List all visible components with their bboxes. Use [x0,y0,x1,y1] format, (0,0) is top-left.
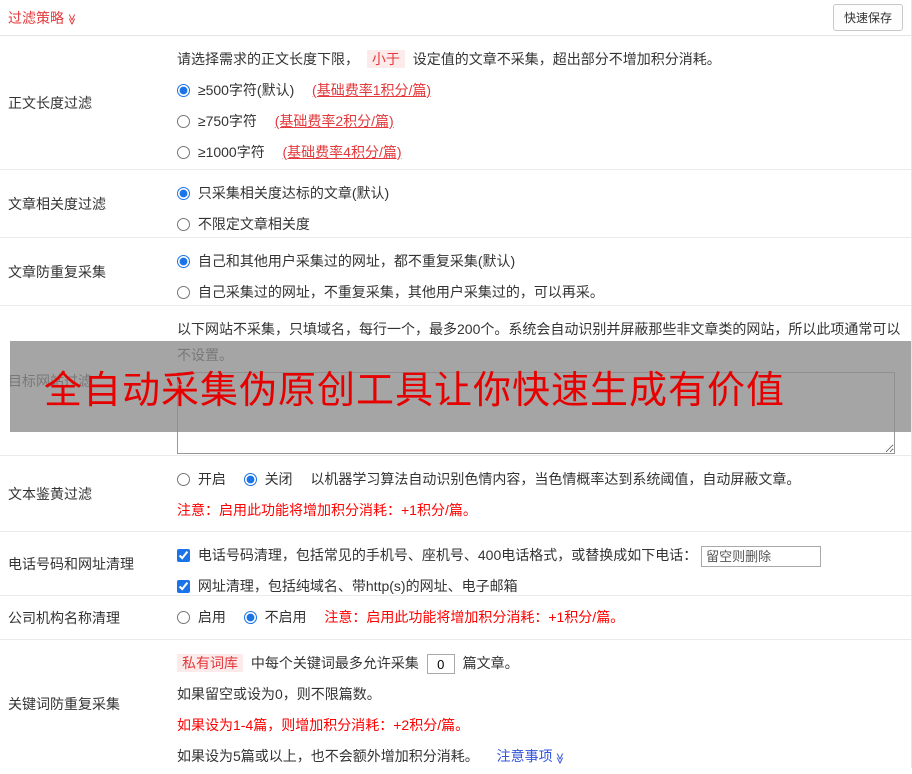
radio-label: 开启 [197,471,226,487]
length-750-rate-note: (基础费率2积分/篇) [274,113,394,129]
page-title-text: 过滤策略 [8,9,64,26]
row-dedup: 文章防重复采集 自己和其他用户采集过的网址，都不重复采集(默认) 自己采集过的网… [0,238,911,306]
intro-highlight: 小于 [366,50,405,68]
checkbox-label: 网址清理，包括纯域名、带http(s)的网址、电子邮箱 [197,578,518,594]
radio-label: 不限定文章相关度 [197,216,310,232]
radio-relevance-any[interactable]: 不限定文章相关度 [177,216,310,232]
target-sites-desc: 以下网站不采集，只填域名，每行一个，最多200个。系统会自动识别并屏蔽那些非文章… [177,321,901,363]
radio-label: ≥500字符(默认) [197,82,295,98]
radio-label: ≥750字符 [197,113,257,129]
radio-porn-off[interactable]: 关闭 [243,471,297,487]
radio-label: 不启用 [264,609,307,625]
row-label-keyword-dedup: 关键词防重复采集 [8,696,120,712]
row-label-porn-filter: 文本鉴黄过滤 [8,485,92,502]
radio-porn-off-input[interactable] [243,473,257,486]
notice-link[interactable]: 注意事项≫ [497,748,565,764]
keyword-limit-tail: 篇文章。 [462,655,519,671]
radio-length-500[interactable]: ≥500字符(默认) [177,82,298,98]
length-500-rate-note: (基础费率1积分/篇) [312,82,432,98]
radio-label: 自己和其他用户采集过的网址，都不重复采集(默认) [197,253,516,269]
row-label-content-length: 正文长度过滤 [8,94,92,111]
content-length-intro: 请选择需求的正文长度下限， 小于 设定值的文章不采集，超出部分不增加积分消耗。 [177,44,903,75]
checkbox-url-clean[interactable]: 网址清理，包括纯域名、带http(s)的网址、电子邮箱 [177,578,518,594]
radio-dedup-self-only-input[interactable] [177,286,190,299]
keyword-note-cost: 如果设为1-4篇，则增加积分消耗：+2积分/篇。 [177,717,470,733]
length-option-1000: ≥1000字符 (基础费率4积分/篇) [177,137,903,168]
radio-company-off-input[interactable] [243,611,257,624]
row-porn-filter-content: 开启 关闭 以机器学习算法自动识别色情内容，当色情概率达到系统阈值，自动屏蔽文章… [177,456,911,531]
length-option-500: ≥500字符(默认) (基础费率1积分/篇) [177,75,903,106]
checkbox-label: 电话号码清理，包括常见的手机号、座机号、400电话格式，或替换成如下电话： [197,547,698,563]
page-header: 过滤策略≫ 快速保存 [0,0,911,36]
private-lexicon-badge: 私有词库 [177,654,243,672]
radio-label: 自己采集过的网址，不重复采集，其他用户采集过的，可以再采。 [197,284,604,300]
radio-length-1000-input[interactable] [177,146,190,159]
row-target-sites: 目标网站过滤 以下网站不采集，只填域名，每行一个，最多200个。系统会自动识别并… [0,306,911,456]
intro-after: 设定值的文章不采集，超出部分不增加积分消耗。 [412,51,721,67]
row-phone-url-clean-content: 电话号码清理，包括常见的手机号、座机号、400电话格式，或替换成如下电话： 网址… [177,532,911,595]
keyword-limit-text: 中每个关键词最多允许采集 [250,655,419,671]
row-label-dedup: 文章防重复采集 [8,263,106,280]
row-relevance: 文章相关度过滤 只采集相关度达标的文章(默认) 不限定文章相关度 [0,170,911,238]
radio-dedup-self-only[interactable]: 自己采集过的网址，不重复采集，其他用户采集过的，可以再采。 [177,284,604,300]
chevron-down-icon: ≫ [65,13,78,25]
row-relevance-options: 只采集相关度达标的文章(默认) 不限定文章相关度 [177,170,911,237]
radio-label: 启用 [197,609,226,625]
row-content-length-options: 请选择需求的正文长度下限， 小于 设定值的文章不采集，超出部分不增加积分消耗。 … [177,36,911,169]
radio-relevance-strict-input[interactable] [177,187,190,200]
radio-label: 只采集相关度达标的文章(默认) [197,185,390,201]
radio-porn-on[interactable]: 开启 [177,471,230,487]
radio-porn-on-input[interactable] [177,473,190,486]
radio-length-750-input[interactable] [177,115,190,128]
keyword-limit-input[interactable] [426,654,455,675]
intro-before: 请选择需求的正文长度下限， [177,51,359,67]
checkbox-url-clean-input[interactable] [177,580,190,593]
row-target-sites-content: 以下网站不采集，只填域名，每行一个，最多200个。系统会自动识别并屏蔽那些非文章… [177,306,911,455]
company-clean-warning: 注意：启用此功能将增加积分消耗：+1积分/篇。 [324,609,625,625]
row-phone-url-clean: 电话号码和网址清理 电话号码清理，包括常见的手机号、座机号、400电话格式，或替… [0,532,911,596]
row-content-length: 正文长度过滤 请选择需求的正文长度下限， 小于 设定值的文章不采集，超出部分不增… [0,36,911,170]
radio-length-750[interactable]: ≥750字符 [177,113,261,129]
porn-filter-warning: 注意：启用此功能将增加积分消耗：+1积分/篇。 [177,502,477,518]
radio-relevance-any-input[interactable] [177,218,190,231]
radio-company-off[interactable]: 不启用 [243,609,311,625]
keyword-note-five: 如果设为5篇或以上，也不会额外增加积分消耗。 [177,748,479,764]
row-label-phone-url-clean: 电话号码和网址清理 [8,555,134,572]
radio-company-on-input[interactable] [177,611,190,624]
chevron-down-icon: ≫ [552,752,565,765]
row-label-target-sites: 目标网站过滤 [8,372,92,389]
row-porn-filter: 文本鉴黄过滤 开启 关闭 以机器学习算法自动识别色情内容，当色情概率达到系统阈值… [0,456,911,532]
checkbox-phone-clean-input[interactable] [177,549,190,562]
row-company-clean-content: 启用 不启用 注意：启用此功能将增加积分消耗：+1积分/篇。 [177,596,911,639]
filter-strategy-page: 过滤策略≫ 快速保存 正文长度过滤 请选择需求的正文长度下限， 小于 设定值的文… [0,0,912,768]
blocked-sites-textarea[interactable] [177,372,895,454]
row-company-clean: 公司机构名称清理 启用 不启用 注意：启用此功能将增加积分消耗：+1积分/篇。 [0,596,911,640]
keyword-note-zero: 如果留空或设为0，则不限篇数。 [177,686,381,702]
quick-save-button[interactable]: 快速保存 [832,4,903,31]
page-title: 过滤策略≫ [8,8,78,28]
checkbox-phone-clean[interactable]: 电话号码清理，包括常见的手机号、座机号、400电话格式，或替换成如下电话： [177,547,701,563]
radio-label: 关闭 [264,471,293,487]
porn-filter-desc: 以机器学习算法自动识别色情内容，当色情概率达到系统阈值，自动屏蔽文章。 [310,471,801,487]
length-option-750: ≥750字符 (基础费率2积分/篇) [177,106,903,137]
radio-dedup-all-users[interactable]: 自己和其他用户采集过的网址，都不重复采集(默认) [177,253,515,269]
row-label-company-clean: 公司机构名称清理 [8,609,120,626]
radio-dedup-all-users-input[interactable] [177,255,190,268]
radio-length-1000[interactable]: ≥1000字符 [177,144,269,160]
row-label-relevance: 文章相关度过滤 [8,195,106,212]
row-keyword-dedup: 关键词防重复采集 私有词库 中每个关键词最多允许采集 篇文章。 如果留空或设为0… [0,640,911,768]
radio-length-500-input[interactable] [177,84,190,97]
replacement-phone-input[interactable] [701,545,822,567]
length-1000-rate-note: (基础费率4积分/篇) [282,144,402,160]
radio-relevance-strict[interactable]: 只采集相关度达标的文章(默认) [177,185,389,201]
radio-company-on[interactable]: 启用 [177,609,230,625]
row-keyword-dedup-content: 私有词库 中每个关键词最多允许采集 篇文章。 如果留空或设为0，则不限篇数。 如… [177,640,911,768]
radio-label: ≥1000字符 [197,144,265,160]
row-dedup-options: 自己和其他用户采集过的网址，都不重复采集(默认) 自己采集过的网址，不重复采集，… [177,238,911,305]
